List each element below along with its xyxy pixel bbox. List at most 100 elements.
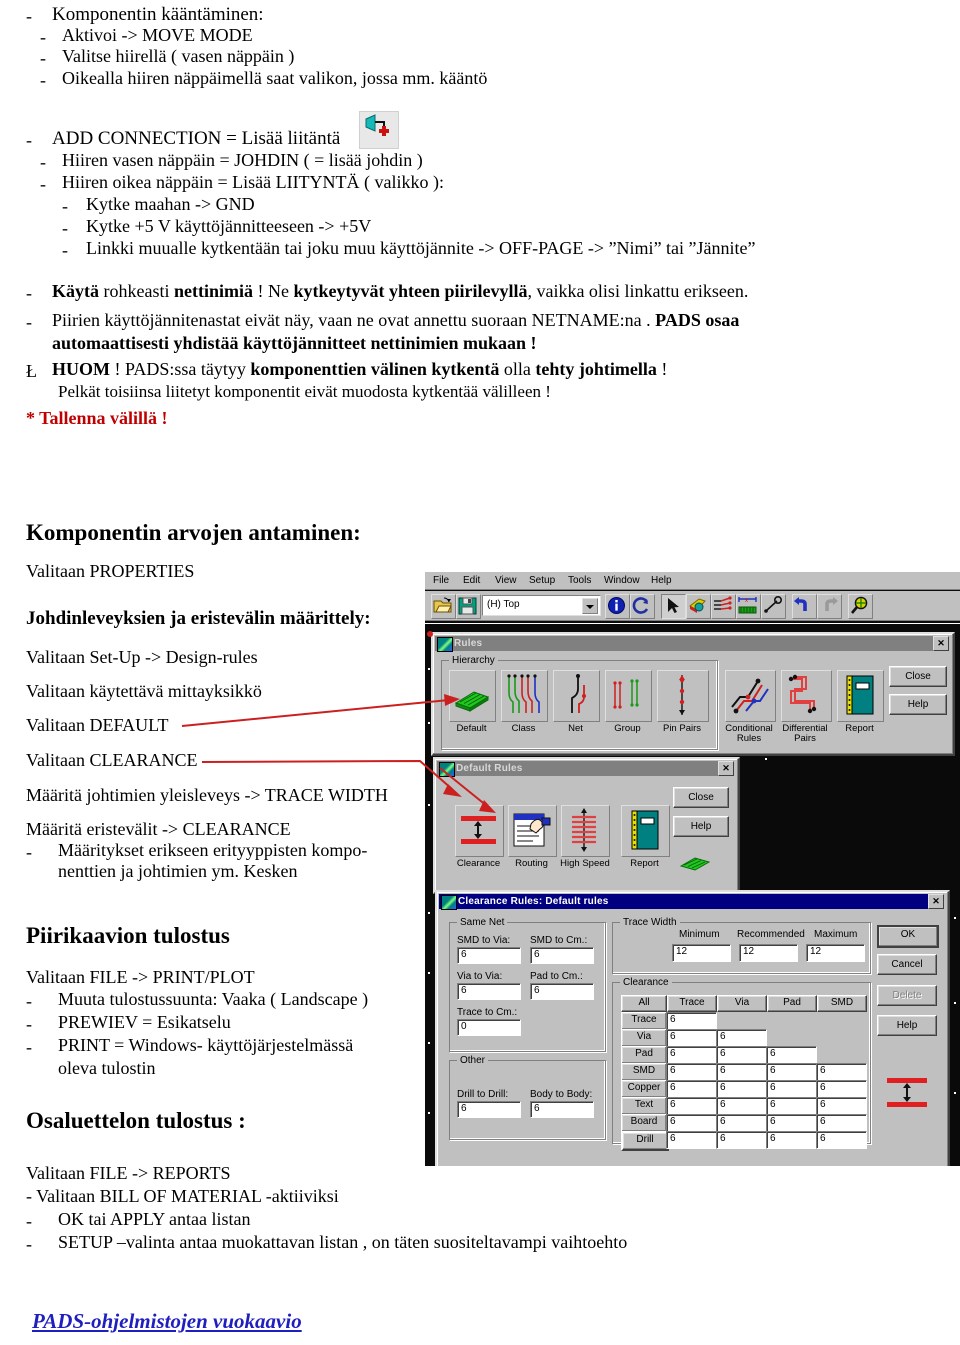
floppy-disk-icon[interactable] (456, 594, 481, 619)
nets-icon[interactable] (711, 594, 736, 619)
clearance-cell-copper-trace[interactable]: 6 (716, 1080, 767, 1098)
default-rules-titlebar[interactable]: Default Rules (437, 761, 732, 777)
clearance-cell-pad-via[interactable]: 6 (766, 1046, 817, 1064)
open-folder-icon[interactable] (431, 594, 456, 619)
clearance-row-trace[interactable]: Trace (621, 1012, 667, 1030)
menu-file[interactable]: File (433, 575, 449, 586)
hierarchy-pin-pairs-button[interactable] (657, 670, 709, 722)
clearance-cell-drill-via[interactable]: 6 (766, 1131, 817, 1149)
clearance-row-board[interactable]: Board (621, 1114, 667, 1132)
info-icon[interactable] (605, 594, 630, 619)
menu-setup[interactable]: Setup (529, 575, 555, 586)
hierarchy-class-button[interactable] (501, 670, 548, 722)
default-rules-help-button[interactable]: Help (673, 816, 729, 837)
hierarchy-group-button[interactable] (605, 670, 652, 722)
clearance-row-copper[interactable]: Copper (621, 1080, 667, 1098)
clearance-row-smd[interactable]: SMD (621, 1063, 667, 1081)
clearance-cell-board-all[interactable]: 6 (666, 1114, 717, 1132)
close-icon[interactable]: ✕ (928, 894, 944, 909)
clearance-cell-copper-all[interactable]: 6 (666, 1080, 717, 1098)
refresh-icon[interactable] (630, 594, 655, 619)
clearance-cell-pad-trace[interactable]: 6 (716, 1046, 767, 1064)
clearance-cell-drill-trace[interactable]: 6 (716, 1131, 767, 1149)
clearance-cell-trace-all[interactable]: 6 (666, 1012, 717, 1030)
via-to-via-field[interactable]: 6 (457, 983, 521, 1000)
clearance-cell-via-all[interactable]: 6 (666, 1029, 717, 1047)
menu-edit[interactable]: Edit (463, 575, 480, 586)
clearance-help-button[interactable]: Help (877, 1015, 937, 1036)
bullet-dash: - (40, 48, 46, 68)
clearance-cell-text-trace[interactable]: 6 (716, 1097, 767, 1115)
clearance-col-pad-label: Pad (783, 997, 801, 1008)
clearance-cell-drill-pad[interactable]: 6 (816, 1131, 867, 1149)
clearance-dialog-titlebar[interactable]: Clearance Rules: Default rules (439, 894, 942, 910)
pad-to-cm-field[interactable]: 6 (530, 983, 594, 1000)
chevron-down-icon[interactable] (582, 598, 598, 614)
arrow-select-icon[interactable] (661, 594, 686, 619)
clearance-cell-value: 6 (770, 1116, 776, 1127)
clearance-row-drill[interactable]: Drill (621, 1131, 669, 1151)
clearance-cell-drill-all[interactable]: 6 (666, 1131, 717, 1149)
hierarchy-default-button[interactable] (449, 670, 496, 722)
body-to-body-field[interactable]: 6 (530, 1101, 594, 1118)
hierarchy-net-button[interactable] (553, 670, 600, 722)
close-icon[interactable]: ✕ (933, 636, 949, 651)
report-book-icon[interactable] (621, 805, 670, 857)
layer-combo[interactable]: (H) Top (482, 595, 601, 616)
clearance-col-all[interactable]: All (621, 995, 667, 1012)
clearance-row-pad[interactable]: Pad (621, 1046, 667, 1064)
clearance-cell-copper-via[interactable]: 6 (766, 1080, 817, 1098)
rules-help-button[interactable]: Help (889, 694, 947, 715)
clearance-cell-smd-via[interactable]: 6 (766, 1063, 817, 1081)
clearance-cancel-button[interactable]: Cancel (877, 954, 937, 975)
clearance-row-via[interactable]: Via (621, 1029, 667, 1047)
menu-window[interactable]: Window (604, 575, 640, 586)
trace-width-recommended-header: Recommended (737, 929, 805, 940)
board-outline-icon[interactable] (686, 594, 711, 619)
trace-width-maximum-field[interactable]: 12 (806, 944, 865, 962)
routing-hand-icon[interactable] (508, 805, 557, 857)
clearance-cell-board-trace[interactable]: 6 (716, 1114, 767, 1132)
rules-dialog-titlebar[interactable]: Rules (435, 636, 947, 652)
default-rules-close-button[interactable]: Close (673, 787, 729, 808)
smd-to-cm-field[interactable]: 6 (530, 947, 594, 964)
conditional-rules-icon[interactable] (725, 670, 776, 722)
clearance-cell-smd-pad[interactable]: 6 (816, 1063, 867, 1081)
pin-tool-icon[interactable] (761, 594, 786, 619)
clearance-col-via[interactable]: Via (717, 995, 767, 1012)
footer-link-pads-flowchart[interactable]: PADS-ohjelmistojen vuokaavio (32, 1310, 302, 1332)
drill-to-drill-field[interactable]: 6 (457, 1101, 521, 1118)
menu-tools[interactable]: Tools (568, 575, 591, 586)
high-speed-icon[interactable] (561, 805, 610, 857)
trace-to-cm-field[interactable]: 0 (457, 1019, 521, 1036)
smd-to-via-field[interactable]: 6 (457, 947, 521, 964)
clearance-cell-board-via[interactable]: 6 (766, 1114, 817, 1132)
clearance-cell-smd-trace[interactable]: 6 (716, 1063, 767, 1081)
clearance-cell-via-trace[interactable]: 6 (716, 1029, 767, 1047)
clearance-cell-text-via[interactable]: 6 (766, 1097, 817, 1115)
clearance-cell-board-pad[interactable]: 6 (816, 1114, 867, 1132)
clearance-col-smd[interactable]: SMD (817, 995, 867, 1012)
menu-view[interactable]: View (495, 575, 517, 586)
clearance-col-trace[interactable]: Trace (667, 995, 717, 1012)
menu-help[interactable]: Help (651, 575, 672, 586)
clearance-cell-text-all[interactable]: 6 (666, 1097, 717, 1115)
undo-icon[interactable] (792, 594, 817, 619)
trace-width-recommended-field[interactable]: 12 (739, 944, 798, 962)
differential-pairs-icon[interactable] (781, 670, 832, 722)
clearance-cell-pad-all[interactable]: 6 (666, 1046, 717, 1064)
trace-width-minimum-field[interactable]: 12 (672, 944, 731, 962)
clearance-ok-button[interactable]: OK (877, 925, 939, 948)
report-book-icon[interactable] (837, 670, 884, 722)
dimension-icon[interactable]: x (736, 594, 761, 619)
zoom-icon[interactable] (848, 594, 873, 619)
clearance-row-text[interactable]: Text (621, 1097, 667, 1115)
clearance-col-pad[interactable]: Pad (767, 995, 817, 1012)
clearance-cell-text-pad[interactable]: 6 (816, 1097, 867, 1115)
clearance-cell-smd-all[interactable]: 6 (666, 1063, 717, 1081)
rules-close-button[interactable]: Close (889, 666, 947, 687)
clearance-cell-copper-pad[interactable]: 6 (816, 1080, 867, 1098)
redo-icon[interactable] (817, 594, 842, 619)
close-icon[interactable]: ✕ (718, 761, 734, 776)
clearance-icon[interactable] (455, 805, 504, 857)
